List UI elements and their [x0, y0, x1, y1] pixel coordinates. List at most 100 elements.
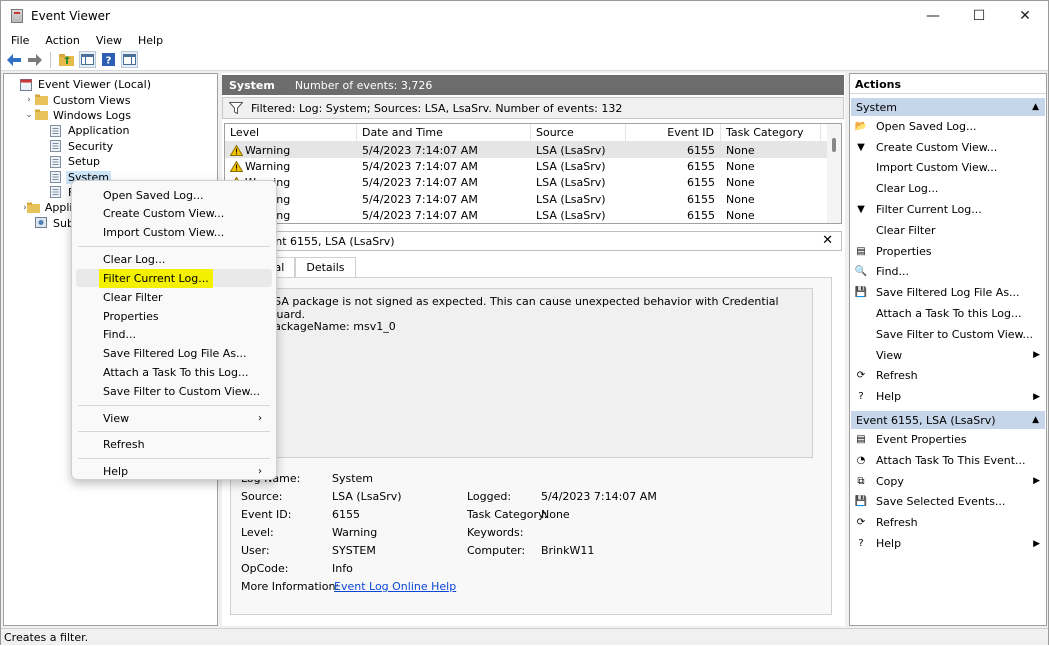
- action-import-custom-view[interactable]: Import Custom View...: [850, 158, 1046, 179]
- action-find[interactable]: 🔍 Find...: [850, 262, 1046, 283]
- cell-event-id: 6155: [687, 208, 715, 222]
- events-table: Level Date and Time Source Event ID Task…: [224, 123, 842, 224]
- context-menu-item-open-saved-log[interactable]: Open Saved Log...: [76, 186, 272, 204]
- action-attach-task-to-this-event[interactable]: ◔ Attach Task To This Event...: [850, 450, 1046, 471]
- tree-node-custom-views[interactable]: › Custom Views: [4, 92, 217, 107]
- action-copy[interactable]: ⧉ Copy ▶: [850, 471, 1046, 492]
- back-button[interactable]: [5, 51, 22, 68]
- column-date-time[interactable]: Date and Time: [357, 124, 531, 142]
- table-row[interactable]: Warning5/4/2023 7:14:07 AMLSA (LsaSrv)61…: [225, 175, 841, 191]
- column-source[interactable]: Source: [531, 124, 626, 142]
- menu-item-label: Attach a Task To this Log...: [103, 366, 249, 380]
- menu-item-label: Find...: [103, 328, 137, 342]
- column-event-id[interactable]: Event ID: [626, 124, 721, 142]
- context-menu-item-find[interactable]: Find...: [76, 326, 272, 344]
- action-create-custom-view[interactable]: ▼ Create Custom View...: [850, 137, 1046, 158]
- close-detail-button[interactable]: ✕: [822, 233, 833, 248]
- maximize-button[interactable]: ☐: [956, 1, 1002, 31]
- action-clear-log[interactable]: Clear Log...: [850, 178, 1046, 199]
- window-title: Event Viewer: [31, 9, 110, 23]
- scrollbar-thumb[interactable]: [832, 138, 836, 152]
- menu-file[interactable]: File: [1, 34, 37, 47]
- context-menu-item-clear-log[interactable]: Clear Log...: [76, 250, 272, 268]
- tree-node-event-viewer-local-[interactable]: Event Viewer (Local): [4, 77, 217, 92]
- title-bar[interactable]: Event Viewer — ☐ ✕: [1, 1, 1048, 31]
- action-event-properties[interactable]: ▤ Event Properties: [850, 429, 1046, 450]
- actions-section-header[interactable]: System ▲: [851, 98, 1045, 116]
- show-hide-action-pane-button[interactable]: [121, 51, 138, 68]
- context-menu-item-properties[interactable]: Properties: [76, 307, 272, 325]
- context-menu-item-import-custom-view[interactable]: Import Custom View...: [76, 224, 272, 242]
- actions-pane: Actions System ▲ 📂 Open Saved Log... ▼ Create…: [849, 73, 1047, 626]
- context-menu-item-save-filtered-log-file-as[interactable]: Save Filtered Log File As...: [76, 345, 272, 363]
- action-help[interactable]: ? Help ▶: [850, 386, 1046, 407]
- actions-section-title: Event 6155, LSA (LsaSrv): [856, 413, 996, 427]
- context-menu-item-attach-a-task-to-this-log[interactable]: Attach a Task To this Log...: [76, 364, 272, 382]
- action-open-saved-log[interactable]: 📂 Open Saved Log...: [850, 116, 1046, 137]
- context-menu-item-save-filter-to-custom-view[interactable]: Save Filter to Custom View...: [76, 383, 272, 401]
- chevron-right-icon[interactable]: ›: [23, 95, 35, 105]
- action-attach-a-task-to-this-log[interactable]: Attach a Task To this Log...: [850, 303, 1046, 324]
- menu-separator: [78, 457, 270, 459]
- table-row[interactable]: Warning5/4/2023 7:14:07 AMLSA (LsaSrv)61…: [225, 158, 841, 174]
- events-scrollbar[interactable]: [827, 124, 841, 223]
- collapse-up-icon[interactable]: ▲: [1032, 102, 1039, 112]
- cell-source: LSA (LsaSrv): [536, 192, 606, 206]
- tab-details[interactable]: Details: [295, 257, 356, 277]
- context-menu-item-help[interactable]: Help ›: [76, 462, 272, 480]
- tree-node-security[interactable]: Security: [4, 139, 217, 154]
- action-label: Help: [876, 537, 902, 551]
- tree-node-label: Windows Logs: [53, 108, 131, 122]
- table-row[interactable]: Warning5/4/2023 7:14:07 AMLSA (LsaSrv)61…: [225, 142, 841, 159]
- label-keywords: Keywords:: [467, 526, 524, 539]
- chevron-down-icon[interactable]: ⌄: [23, 110, 35, 120]
- action-properties[interactable]: ▤ Properties: [850, 241, 1046, 262]
- action-view[interactable]: View ▶: [850, 345, 1046, 366]
- tree-node-windows-logs[interactable]: ⌄ Windows Logs: [4, 108, 217, 123]
- actions-section-header[interactable]: Event 6155, LSA (LsaSrv) ▲: [851, 411, 1045, 430]
- warning-icon: [230, 160, 243, 172]
- column-level[interactable]: Level: [225, 124, 357, 142]
- submenu-arrow-icon: ▶: [1033, 391, 1040, 402]
- column-task-category[interactable]: Task Category: [721, 124, 821, 142]
- show-hide-tree-button[interactable]: [79, 51, 96, 68]
- cell-event-id: 6155: [687, 159, 715, 173]
- event-message-box[interactable]: LSA package is not signed as expected. T…: [239, 288, 813, 458]
- menu-help[interactable]: Help: [130, 34, 171, 47]
- action-refresh[interactable]: ⟳ Refresh: [850, 512, 1046, 533]
- forward-button[interactable]: [26, 51, 43, 68]
- tree-node-setup[interactable]: Setup: [4, 154, 217, 169]
- close-button[interactable]: ✕: [1002, 1, 1048, 31]
- tree-node-application[interactable]: Application: [4, 123, 217, 138]
- action-save-selected-events[interactable]: 💾 Save Selected Events...: [850, 492, 1046, 513]
- up-folder-button[interactable]: [58, 51, 75, 68]
- menu-item-label: Clear Filter: [103, 290, 163, 304]
- refresh-icon: ⟳: [856, 517, 866, 529]
- value-user: SYSTEM: [332, 544, 376, 557]
- context-menu-item-filter-current-log[interactable]: Filter Current Log...: [76, 268, 272, 288]
- context-menu-item-refresh[interactable]: Refresh: [76, 436, 272, 454]
- menu-view[interactable]: View: [88, 34, 130, 47]
- event-log-online-help-link[interactable]: Event Log Online Help: [334, 580, 456, 593]
- menu-action[interactable]: Action: [37, 34, 87, 47]
- action-label: Copy: [876, 474, 904, 488]
- actions-section-title: System: [856, 100, 898, 114]
- tree-node-label: Setup: [68, 155, 101, 169]
- table-row[interactable]: Warning5/4/2023 7:14:07 AMLSA (LsaSrv)61…: [225, 207, 841, 223]
- help-toolbar-button[interactable]: ?: [100, 51, 117, 68]
- context-menu-item-create-custom-view[interactable]: Create Custom View...: [76, 205, 272, 223]
- collapse-up-icon[interactable]: ▲: [1032, 415, 1039, 425]
- action-clear-filter[interactable]: Clear Filter: [850, 220, 1046, 241]
- action-help[interactable]: ? Help ▶: [850, 533, 1046, 554]
- action-save-filter-to-custom-view[interactable]: Save Filter to Custom View...: [850, 324, 1046, 345]
- console-tree-icon: [81, 54, 94, 65]
- context-menu-item-clear-filter[interactable]: Clear Filter: [76, 288, 272, 306]
- tree-node-label: Application: [68, 124, 130, 138]
- context-menu-item-view[interactable]: View ›: [76, 409, 272, 427]
- table-row[interactable]: Warning5/4/2023 7:14:07 AMLSA (LsaSrv)61…: [225, 191, 841, 207]
- action-filter-current-log[interactable]: ▼ Filter Current Log...: [850, 199, 1046, 220]
- minimize-button[interactable]: —: [910, 1, 956, 31]
- action-refresh[interactable]: ⟳ Refresh: [850, 366, 1046, 387]
- action-save-filtered-log-file-as[interactable]: 💾 Save Filtered Log File As...: [850, 282, 1046, 303]
- cell-level: Warning: [225, 160, 357, 173]
